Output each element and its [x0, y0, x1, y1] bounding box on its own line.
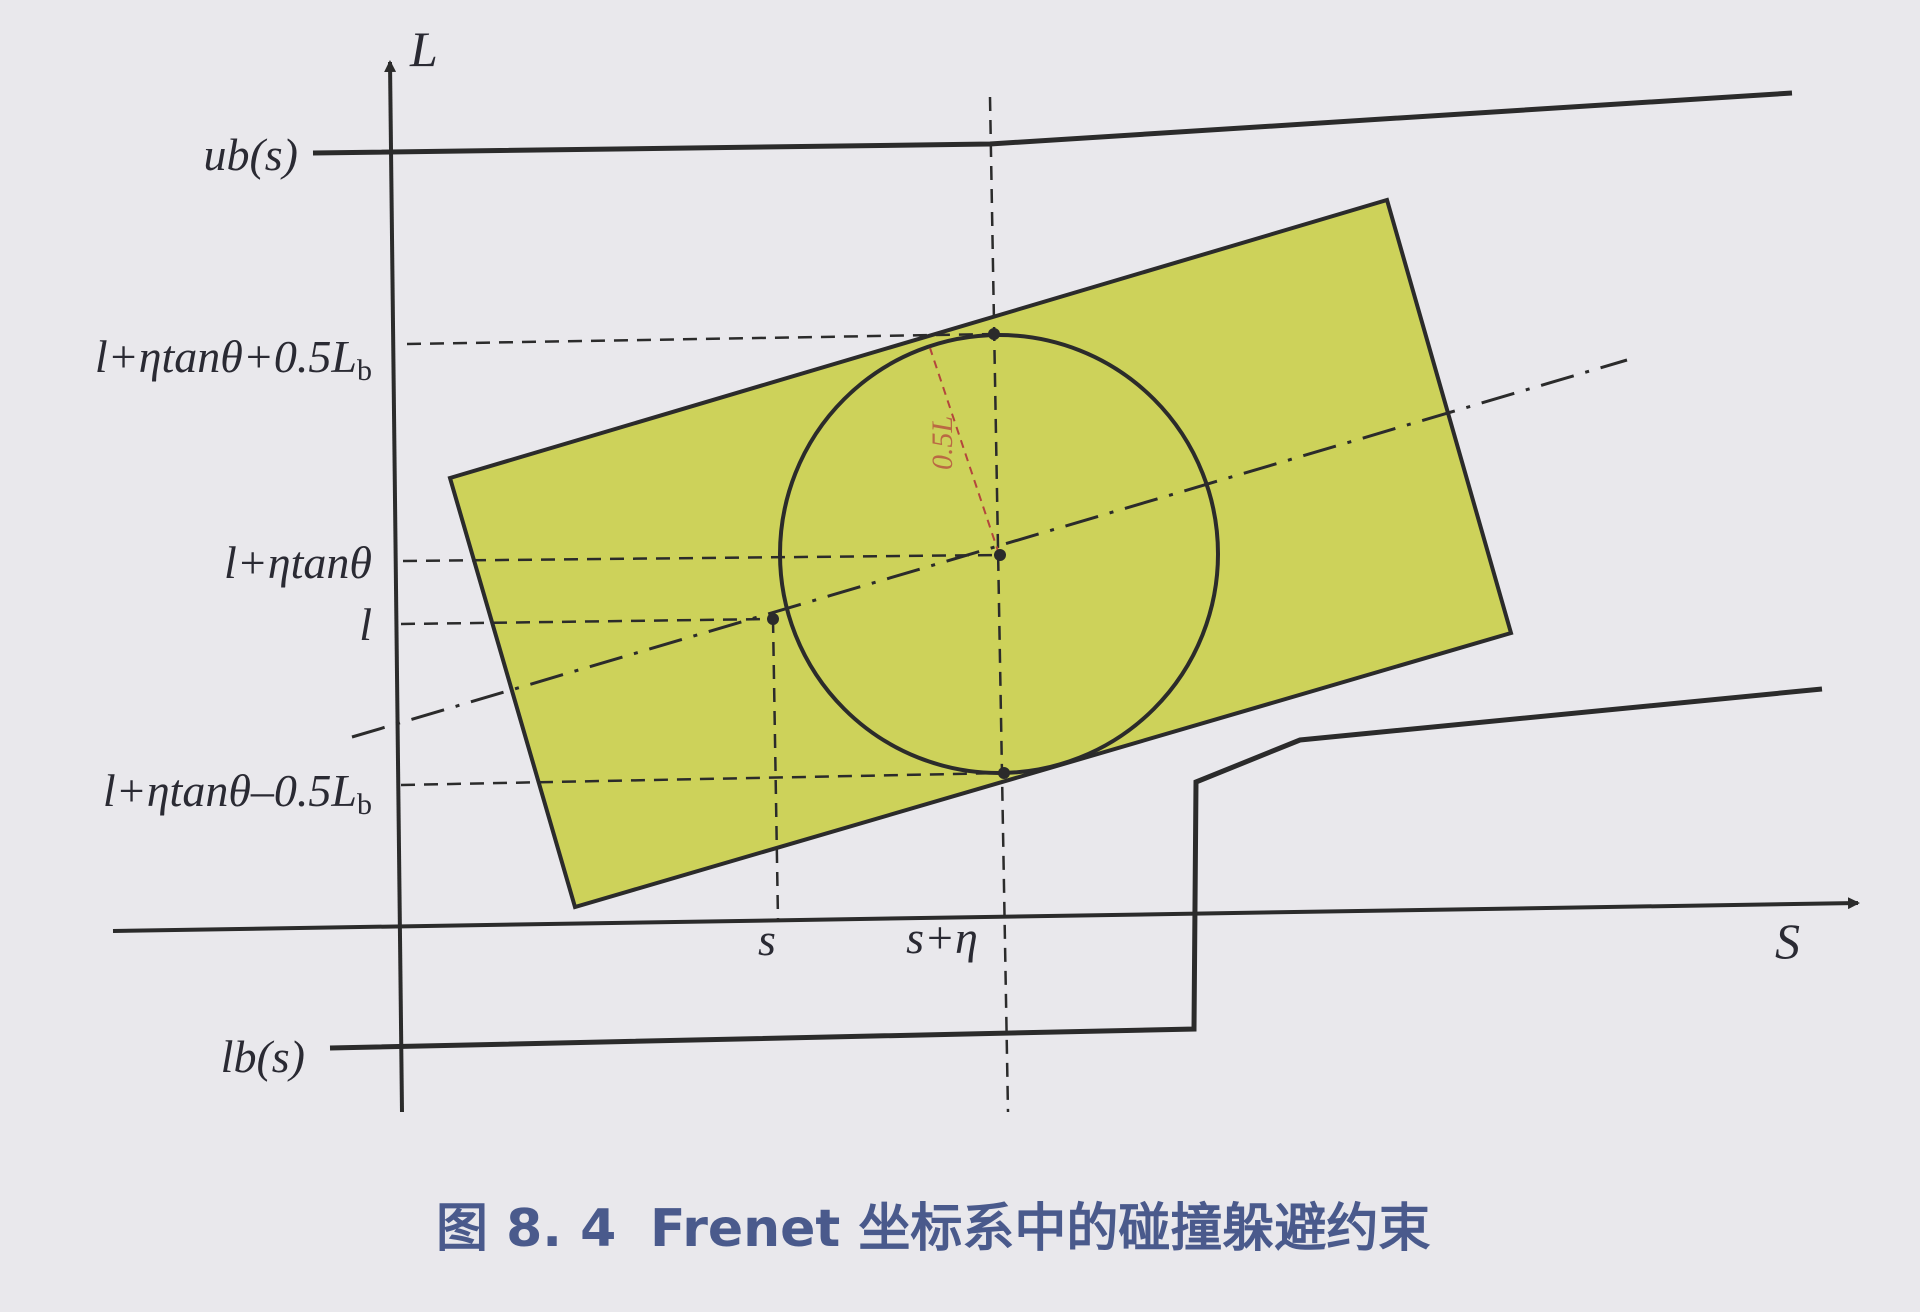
radius-annotation-label: 0.5L: [926, 416, 959, 470]
vehicle-rectangle: [447, 197, 1514, 910]
l-axis-label: L: [409, 21, 438, 77]
s-axis-label: S: [1775, 913, 1800, 969]
label-center-value: l+ηtanθ: [224, 537, 372, 588]
point-bottom: [998, 767, 1010, 779]
point-top: [988, 328, 1000, 340]
point-center: [994, 549, 1006, 561]
s-axis: [112, 897, 1860, 933]
label-l-value: l: [359, 599, 372, 650]
point-s-l: [767, 613, 779, 625]
upper-boundary-line: [312, 90, 1793, 156]
label-s-eta: s+η: [906, 912, 978, 963]
label-s: s: [758, 914, 776, 965]
l-axis: [384, 60, 404, 1113]
label-top-value: l+ηtanθ+0.5Lb: [95, 331, 372, 387]
caption-number: 图 8. 4: [436, 1199, 616, 1259]
diagram-stage: 0.5L L S ub(s) lb(s) l+ηtanθ+0.5Lb l+ηta…: [0, 0, 1920, 1307]
lb-label: lb(s): [221, 1031, 305, 1082]
collision-diagram: 0.5L L S ub(s) lb(s) l+ηtanθ+0.5Lb l+ηta…: [95, 21, 1860, 1259]
label-bottom-value: l+ηtanθ–0.5Lb: [103, 765, 372, 821]
ub-label: ub(s): [203, 129, 298, 180]
caption-text: Frenet 坐标系中的碰撞躲避约束: [650, 1199, 1430, 1259]
